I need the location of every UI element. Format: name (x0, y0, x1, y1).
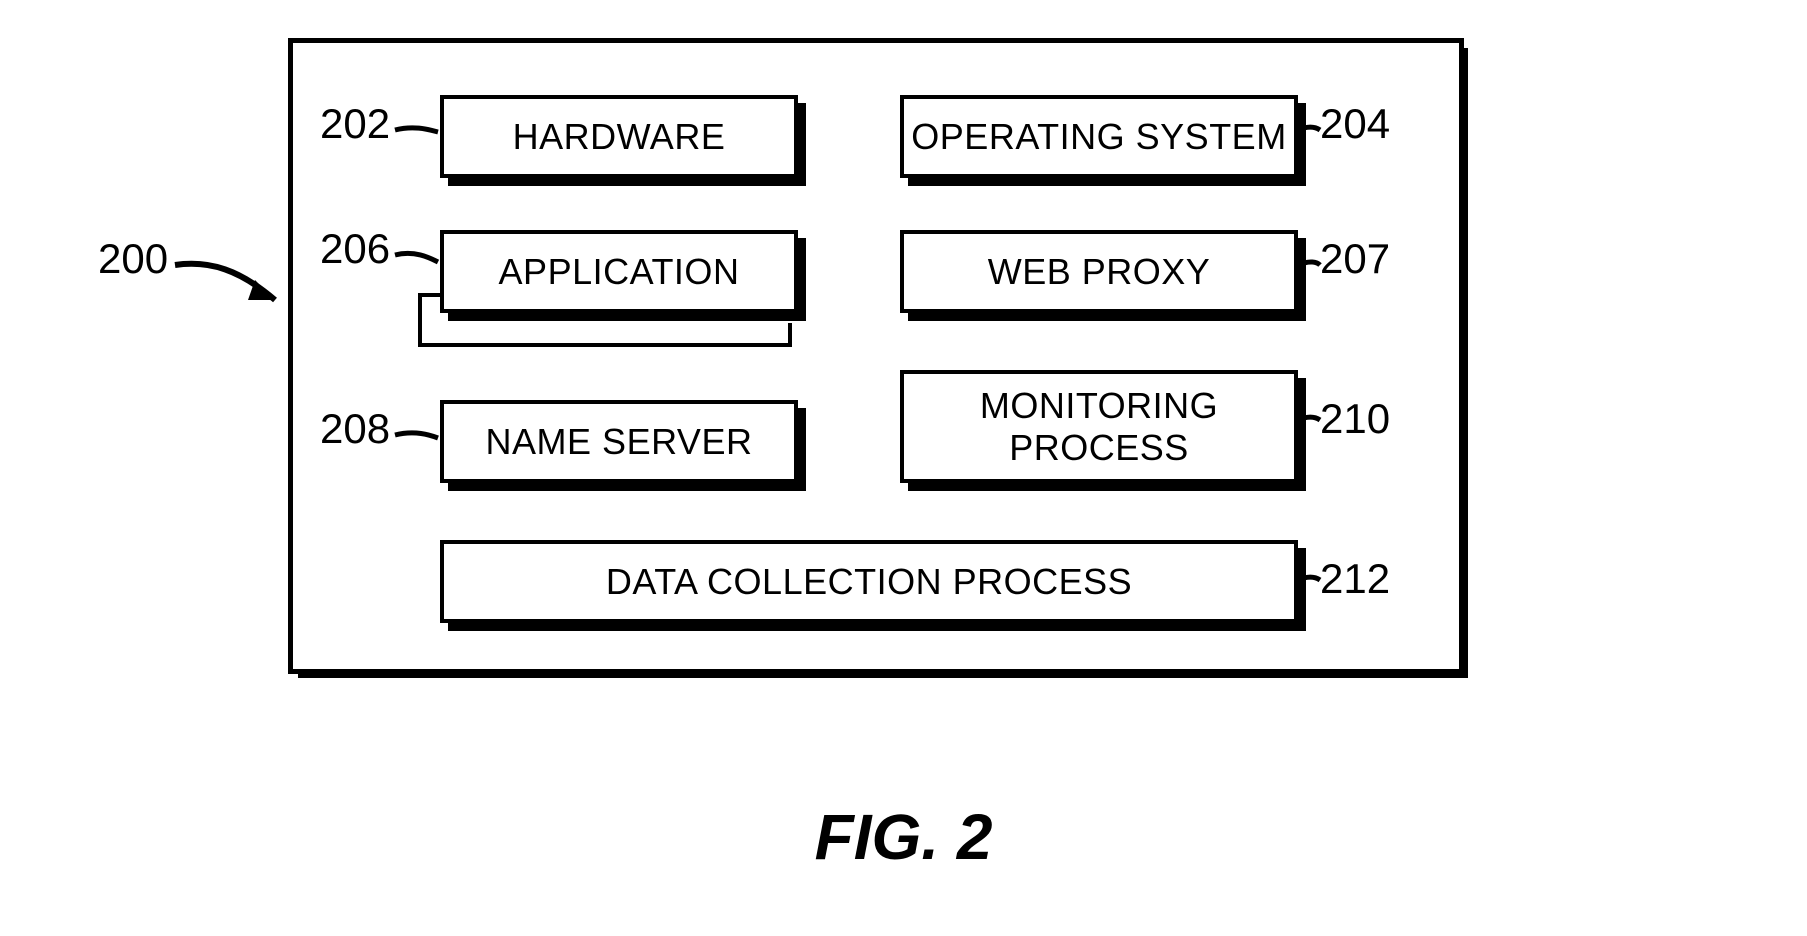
ref-208: 208 (320, 405, 390, 453)
box-application-label: APPLICATION (499, 251, 740, 292)
figure-caption: FIG. 2 (0, 800, 1807, 874)
ref-main: 200 (98, 235, 168, 283)
diagram-canvas: HARDWARE OPERATING SYSTEM APPLICATION WE… (0, 0, 1807, 936)
box-webproxy-label: WEB PROXY (988, 251, 1211, 292)
ref-210: 210 (1320, 395, 1390, 443)
box-webproxy: WEB PROXY (900, 230, 1298, 313)
box-nameserver-label: NAME SERVER (486, 421, 753, 462)
box-datacoll-label: DATA COLLECTION PROCESS (606, 561, 1132, 602)
box-hardware-label: HARDWARE (513, 116, 726, 157)
box-application: APPLICATION (440, 230, 798, 313)
box-monitoring-label: MONITORING PROCESS (904, 385, 1294, 468)
ref-207: 207 (1320, 235, 1390, 283)
ref-202: 202 (320, 100, 390, 148)
ref-206: 206 (320, 225, 390, 273)
box-hardware: HARDWARE (440, 95, 798, 178)
box-nameserver: NAME SERVER (440, 400, 798, 483)
ref-204: 204 (1320, 100, 1390, 148)
box-monitoring: MONITORING PROCESS (900, 370, 1298, 483)
box-os: OPERATING SYSTEM (900, 95, 1298, 178)
ref-212: 212 (1320, 555, 1390, 603)
box-os-label: OPERATING SYSTEM (911, 116, 1286, 157)
box-datacoll: DATA COLLECTION PROCESS (440, 540, 1298, 623)
